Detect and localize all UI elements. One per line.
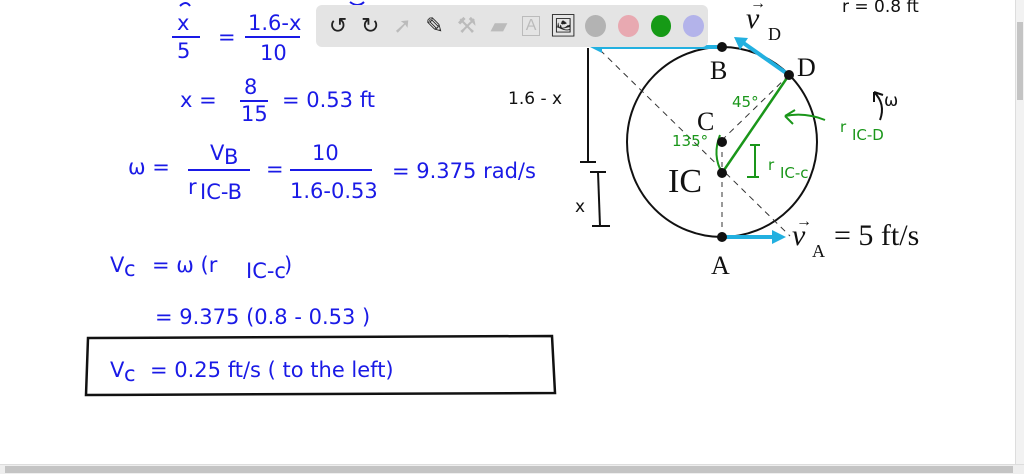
vd-vector-arrow: → — [750, 0, 766, 12]
pointer-button[interactable]: ➚ — [388, 11, 416, 41]
r-ic-d-sub: IC-D — [852, 126, 884, 144]
eq1-lhs-den: 5 — [177, 39, 190, 63]
eq2-den: 15 — [241, 102, 268, 126]
vd-sub: D — [768, 24, 781, 44]
angle-45: 45° — [732, 93, 759, 111]
eq1-rhs-den: 10 — [260, 41, 287, 65]
point-c-dot — [717, 137, 727, 147]
vc-line2: = 9.375 (0.8 - 0.53 ) — [155, 305, 370, 329]
eq1-rhs-num: 1.6-x — [248, 11, 301, 35]
text-icon: A — [521, 16, 541, 36]
omega-rotation-arrow — [873, 91, 884, 121]
label-b: B — [710, 56, 727, 85]
point-ic-dot — [717, 168, 727, 178]
r-ic-c-sub: IC-c — [780, 164, 809, 182]
dim-lower-label: x — [575, 197, 585, 217]
label-ic: IC — [668, 163, 702, 200]
horizontal-scroll-thumb[interactable] — [5, 466, 1013, 473]
vertical-scrollbar[interactable] — [1015, 0, 1024, 465]
omega-num1: V — [210, 141, 225, 165]
answer-sub: c — [124, 362, 136, 386]
omega-result: = 9.375 rad/s — [392, 159, 536, 183]
omega-eq2: = — [266, 157, 284, 181]
point-d-dot — [784, 70, 794, 80]
point-a-dot — [717, 232, 727, 242]
eq2-lhs: x = — [180, 88, 217, 112]
eq1-lhs-num: x — [177, 11, 189, 35]
r-ic-c-label: r — [768, 156, 775, 174]
va-sub: A — [812, 241, 825, 261]
redo-icon: ↻ — [361, 13, 380, 38]
pencil-icon: ✎ — [425, 13, 444, 38]
va-vector-arrow: → — [796, 213, 812, 230]
dim-upper-label: 1.6 - x — [508, 89, 562, 109]
text-button[interactable]: A — [517, 11, 545, 41]
vc-line1-close: ) — [284, 253, 292, 277]
color-pink-swatch[interactable] — [618, 15, 639, 37]
label-a: A — [711, 251, 730, 280]
vc-line1-rest: = ω (r — [152, 253, 218, 277]
color-lavender-swatch[interactable] — [683, 15, 704, 37]
vd-arrow — [740, 40, 791, 77]
r-ic-d-pointer — [784, 109, 826, 125]
image-icon: 🖼 — [549, 13, 578, 38]
r-ic-d-label: r — [840, 118, 847, 136]
image-button[interactable]: 🖼 — [549, 11, 577, 41]
omega-den1-sub: IC-B — [200, 180, 242, 204]
omega-num2: 10 — [312, 141, 339, 165]
va-value: = 5 ft/s — [834, 219, 919, 252]
pointer-icon: ➚ — [393, 13, 412, 38]
color-green-swatch[interactable] — [650, 15, 672, 37]
vertical-scroll-thumb[interactable] — [1017, 22, 1023, 100]
answer-v: V — [110, 358, 125, 382]
eq2-num: 8 — [244, 75, 257, 99]
eq1-eq: = — [218, 25, 236, 49]
tools-icon: ⚒ — [456, 13, 477, 38]
eraser-button[interactable]: ▰ — [485, 11, 513, 41]
whiteboard-canvas[interactable]: x 5 = 1.6-x 10 x = 8 15 = 0.53 ft ω = V … — [0, 0, 1016, 465]
eq2-result: = 0.53 ft — [282, 88, 375, 112]
tools-button[interactable]: ⚒ — [453, 11, 481, 41]
color-gray-swatch[interactable] — [585, 15, 607, 37]
va-arrowhead — [772, 230, 786, 244]
vc-line1-v: V — [110, 253, 125, 277]
omega-lhs: ω = — [128, 155, 170, 179]
undo-button[interactable]: ↺ — [324, 11, 352, 41]
angle-135: 135° — [672, 132, 708, 150]
answer-text: = 0.25 ft/s ( to the left) — [150, 358, 394, 382]
drawing-toolbar: ↺ ↻ ➚ ✎ ⚒ ▰ A 🖼 — [316, 5, 708, 47]
radius-label: r = 0.8 ft — [842, 0, 919, 17]
point-b-dot — [717, 42, 727, 52]
undo-icon: ↺ — [328, 13, 348, 38]
horizontal-scrollbar[interactable] — [0, 464, 1024, 474]
vc-line1-sub2: IC-c — [246, 259, 286, 283]
omega-den1: r — [188, 175, 197, 199]
dimension-line-lower — [597, 171, 601, 227]
vc-line1-sub: c — [124, 257, 136, 281]
redo-button[interactable]: ↻ — [356, 11, 384, 41]
omega-den2: 1.6-0.53 — [290, 179, 378, 203]
omega-num1-sub: B — [224, 145, 238, 169]
label-d: D — [797, 53, 816, 82]
pencil-button[interactable]: ✎ — [421, 11, 449, 41]
omega-label: ω — [884, 91, 898, 111]
r-ic-c-bracket — [747, 144, 760, 178]
eraser-icon: ▰ — [490, 13, 508, 38]
